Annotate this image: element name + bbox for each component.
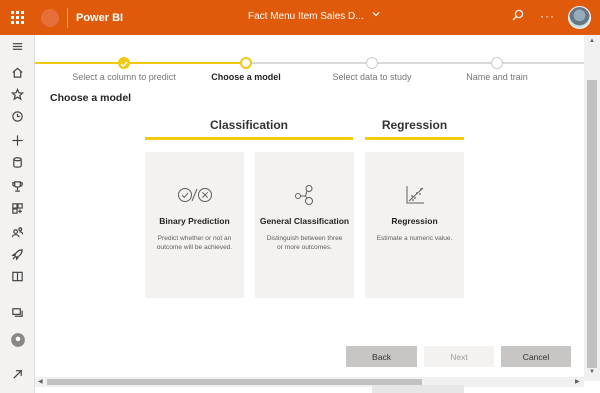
step-label: Select data to study xyxy=(332,72,412,82)
people-icon[interactable] xyxy=(0,221,35,243)
model-card-binary-prediction[interactable]: Binary Prediction Predict whether or not… xyxy=(145,152,244,298)
scatter-plot-icon xyxy=(365,184,464,206)
apps-icon[interactable] xyxy=(0,197,35,219)
star-icon[interactable] xyxy=(0,83,35,105)
group-underline xyxy=(145,137,353,140)
progress-track-todo xyxy=(245,62,584,64)
card-title: Regression xyxy=(391,216,438,226)
model-card-general-classification[interactable]: General Classification Distinguish betwe… xyxy=(255,152,354,298)
group-title-classification: Classification xyxy=(209,118,289,132)
scroll-right-icon[interactable]: ▶ xyxy=(575,378,580,385)
avatar[interactable] xyxy=(568,6,591,29)
expand-icon[interactable] xyxy=(0,363,35,385)
card-title: General Classification xyxy=(259,216,350,226)
search-icon[interactable] xyxy=(511,8,525,27)
step-todo-marker xyxy=(491,57,503,69)
faded-footer-bar xyxy=(372,385,464,393)
card-description: Predict whether or not an outcome will b… xyxy=(156,235,233,251)
powerbi-logo-icon xyxy=(41,8,59,27)
left-nav xyxy=(0,35,35,393)
next-button[interactable]: Next xyxy=(424,346,494,367)
wizard-stepper: Select a column to predict Choose a mode… xyxy=(35,35,584,95)
group-title-regression: Regression xyxy=(381,118,448,132)
vertical-scroll-thumb[interactable] xyxy=(587,80,597,368)
clock-icon[interactable] xyxy=(0,105,35,127)
step-label: Name and train xyxy=(466,72,528,82)
my-workspace-icon[interactable] xyxy=(0,329,35,351)
cancel-button[interactable]: Cancel xyxy=(501,346,571,367)
card-description: Estimate a numeric value. xyxy=(376,235,453,242)
step-current-marker xyxy=(240,57,252,69)
plus-icon[interactable] xyxy=(0,129,35,151)
home-icon[interactable] xyxy=(0,61,35,83)
rocket-icon[interactable] xyxy=(0,243,35,265)
page-title: Choose a model xyxy=(50,92,132,104)
progress-track-done xyxy=(35,62,245,64)
scroll-left-icon[interactable]: ◀ xyxy=(38,378,43,385)
model-card-regression[interactable]: Regression Estimate a numeric value. xyxy=(365,152,464,298)
step-label-current: Choose a model xyxy=(211,72,281,82)
more-icon[interactable]: ··· xyxy=(540,9,555,23)
database-icon[interactable] xyxy=(0,151,35,173)
trophy-icon[interactable] xyxy=(0,175,35,197)
group-underline xyxy=(365,137,464,140)
scroll-down-icon[interactable]: ▼ xyxy=(589,369,595,375)
classification-nodes-icon xyxy=(255,184,354,206)
scroll-up-icon[interactable]: ▲ xyxy=(589,38,595,44)
back-button[interactable]: Back xyxy=(346,346,417,367)
app-name[interactable]: Power BI xyxy=(76,12,123,24)
step-label: Select a column to predict xyxy=(72,72,176,82)
card-title: Binary Prediction xyxy=(159,216,230,226)
divider xyxy=(67,7,68,28)
waffle-icon[interactable] xyxy=(0,0,35,35)
book-icon[interactable] xyxy=(0,265,35,287)
binary-check-x-icon xyxy=(145,184,244,206)
horizontal-scroll-thumb[interactable] xyxy=(47,379,422,385)
step-done-marker xyxy=(118,57,130,69)
card-description: Distinguish between three or more outcom… xyxy=(266,235,343,251)
hamburger-icon[interactable] xyxy=(0,35,35,57)
chevron-down-icon[interactable] xyxy=(371,9,381,22)
step-todo-marker xyxy=(366,57,378,69)
workspaces-icon[interactable] xyxy=(0,301,35,323)
document-title[interactable]: Fact Menu Item Sales D... xyxy=(248,11,364,22)
